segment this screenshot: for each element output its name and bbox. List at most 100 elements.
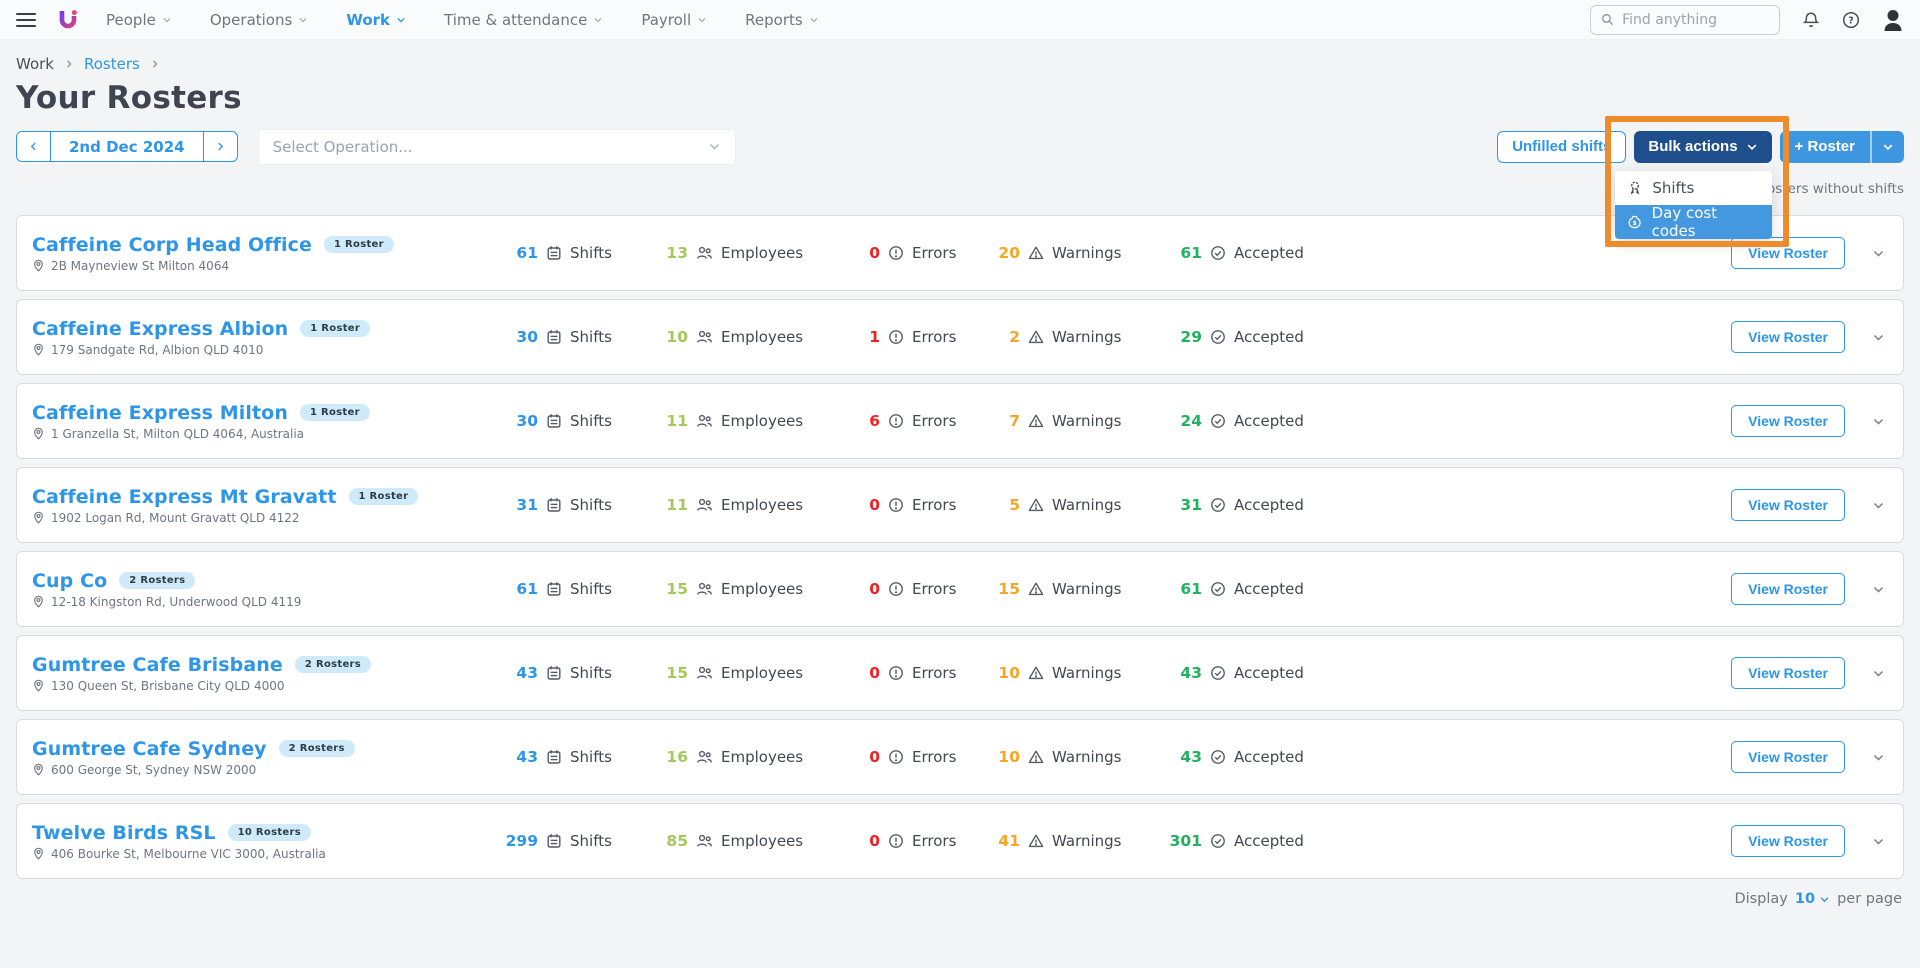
shifts-label: Shifts xyxy=(570,328,612,346)
errors-count: 0 xyxy=(869,664,880,682)
rosters-without-shifts-label[interactable]: Rosters without shifts xyxy=(1758,181,1904,197)
rosters-page: People Operations Work Time & attendance… xyxy=(0,0,1920,968)
warning-triangle-icon xyxy=(1028,834,1044,848)
accepted-count: 31 xyxy=(1180,496,1202,514)
next-day-button[interactable] xyxy=(204,132,237,161)
bulk-actions-wrap: Bulk actions Shifts $ Day cost codes xyxy=(1605,115,1790,247)
location-pin-icon xyxy=(34,511,43,524)
bulk-actions-button[interactable]: Bulk actions xyxy=(1634,130,1772,163)
view-roster-button[interactable]: View Roster xyxy=(1731,321,1845,353)
roster-name-link[interactable]: Caffeine Express Milton xyxy=(32,402,288,424)
notifications-button[interactable] xyxy=(1802,11,1820,29)
nav-item-time-attendance[interactable]: Time & attendance xyxy=(444,11,603,29)
roster-name-link[interactable]: Caffeine Corp Head Office xyxy=(32,234,312,256)
errors-label: Errors xyxy=(912,412,957,430)
nav-item-operations[interactable]: Operations xyxy=(210,11,308,29)
stat-warnings: 20 Warnings xyxy=(984,244,1166,262)
stat-employees: 16 Employees xyxy=(652,748,844,766)
errors-count: 0 xyxy=(869,832,880,850)
errors-label: Errors xyxy=(912,580,957,598)
errors-label: Errors xyxy=(912,244,957,262)
add-roster-dropdown-button[interactable] xyxy=(1870,130,1904,163)
location-pin-icon xyxy=(34,343,43,356)
warnings-count: 10 xyxy=(998,664,1020,682)
row-expand-button[interactable] xyxy=(1872,331,1885,344)
roster-name-link[interactable]: Caffeine Express Albion xyxy=(32,318,288,340)
view-roster-button[interactable]: View Roster xyxy=(1731,573,1845,605)
nav-item-reports[interactable]: Reports xyxy=(745,11,819,29)
nav-label: Reports xyxy=(745,10,803,29)
roster-list: Caffeine Corp Head Office 1 Roster 2B Ma… xyxy=(16,215,1904,879)
nav-item-payroll[interactable]: Payroll xyxy=(641,11,707,29)
roster-name-link[interactable]: Cup Co xyxy=(32,570,107,592)
stat-accepted: 43 Accepted xyxy=(1166,748,1371,766)
view-roster-button[interactable]: View Roster xyxy=(1731,489,1845,521)
error-circle-icon xyxy=(889,666,903,680)
view-roster-button[interactable]: View Roster xyxy=(1731,741,1845,773)
menu-item-shifts[interactable]: Shifts xyxy=(1615,171,1772,205)
roster-identity: Gumtree Cafe Sydney 2 Rosters 600 George… xyxy=(32,738,502,777)
warnings-count: 7 xyxy=(1009,412,1020,430)
chevron-down-icon xyxy=(1873,754,1884,761)
search-input[interactable] xyxy=(1622,11,1769,28)
location-pin-icon xyxy=(34,259,43,272)
view-roster-button[interactable]: View Roster xyxy=(1731,657,1845,689)
stat-errors: 0 Errors xyxy=(844,664,984,682)
location-pin-icon xyxy=(34,847,43,860)
roster-calendar-icon xyxy=(547,582,561,596)
date-display[interactable]: 2nd Dec 2024 xyxy=(50,132,204,161)
help-button[interactable]: ? xyxy=(1842,11,1860,29)
hamburger-menu-icon[interactable] xyxy=(16,12,36,27)
stat-employees: 10 Employees xyxy=(652,328,844,346)
roster-stats: 43 Shifts 15 Employees 0 Errors 10 Warni… xyxy=(502,664,1371,682)
stat-employees: 15 Employees xyxy=(652,664,844,682)
user-avatar[interactable] xyxy=(1882,8,1904,32)
chevron-right-icon xyxy=(217,142,223,151)
roster-name-link[interactable]: Gumtree Cafe Brisbane xyxy=(32,654,283,676)
roster-name-link[interactable]: Gumtree Cafe Sydney xyxy=(32,738,267,760)
roster-address: 2B Mayneview St Milton 4064 xyxy=(51,258,230,273)
roster-identity: Twelve Birds RSL 10 Rosters 406 Bourke S… xyxy=(32,822,502,861)
view-roster-button[interactable]: View Roster xyxy=(1731,405,1845,437)
top-navigation-bar: People Operations Work Time & attendance… xyxy=(0,0,1920,40)
add-roster-button[interactable]: + Roster xyxy=(1779,130,1870,163)
roster-address: 179 Sandgate Rd, Albion QLD 4010 xyxy=(51,342,264,357)
view-roster-button[interactable]: View Roster xyxy=(1731,825,1845,857)
stat-employees: 15 Employees xyxy=(652,580,844,598)
nav-item-people[interactable]: People xyxy=(106,11,172,29)
breadcrumb-item-rosters[interactable]: Rosters xyxy=(84,55,140,73)
global-search[interactable] xyxy=(1590,4,1780,35)
row-expand-button[interactable] xyxy=(1872,415,1885,428)
accepted-check-icon xyxy=(1211,582,1225,596)
chevron-down-icon xyxy=(1873,670,1884,677)
row-expand-button[interactable] xyxy=(1872,499,1885,512)
employees-count: 10 xyxy=(666,328,688,346)
row-expand-button[interactable] xyxy=(1872,835,1885,848)
app-logo[interactable] xyxy=(56,8,80,32)
nav-item-work[interactable]: Work xyxy=(346,11,406,29)
row-expand-button[interactable] xyxy=(1872,583,1885,596)
roster-calendar-icon xyxy=(547,834,561,848)
prev-day-button[interactable] xyxy=(17,132,50,161)
warnings-count: 41 xyxy=(998,832,1020,850)
roster-name-link[interactable]: Caffeine Express Mt Gravatt xyxy=(32,486,337,508)
stat-shifts: 43 Shifts xyxy=(502,748,652,766)
shifts-count: 61 xyxy=(516,244,538,262)
nav-label: Time & attendance xyxy=(444,10,588,29)
row-expand-button[interactable] xyxy=(1872,247,1885,260)
row-expand-button[interactable] xyxy=(1872,751,1885,764)
accepted-check-icon xyxy=(1211,666,1225,680)
breadcrumb-item-work[interactable]: Work xyxy=(16,55,54,73)
warnings-label: Warnings xyxy=(1052,748,1122,766)
row-expand-button[interactable] xyxy=(1872,667,1885,680)
unfilled-shifts-button[interactable]: Unfilled shifts xyxy=(1497,130,1627,163)
page-size-select[interactable]: 10 xyxy=(1795,891,1830,907)
operation-select[interactable]: Select Operation... xyxy=(257,128,736,165)
errors-label: Errors xyxy=(912,496,957,514)
shifts-count: 43 xyxy=(516,664,538,682)
roster-row: Caffeine Express Milton 1 Roster 1 Granz… xyxy=(16,383,1904,459)
roster-name-link[interactable]: Twelve Birds RSL xyxy=(32,822,216,844)
menu-item-day-cost-codes[interactable]: $ Day cost codes xyxy=(1615,204,1773,239)
view-roster-button[interactable]: View Roster xyxy=(1731,237,1845,269)
chevron-down-icon xyxy=(698,17,706,22)
